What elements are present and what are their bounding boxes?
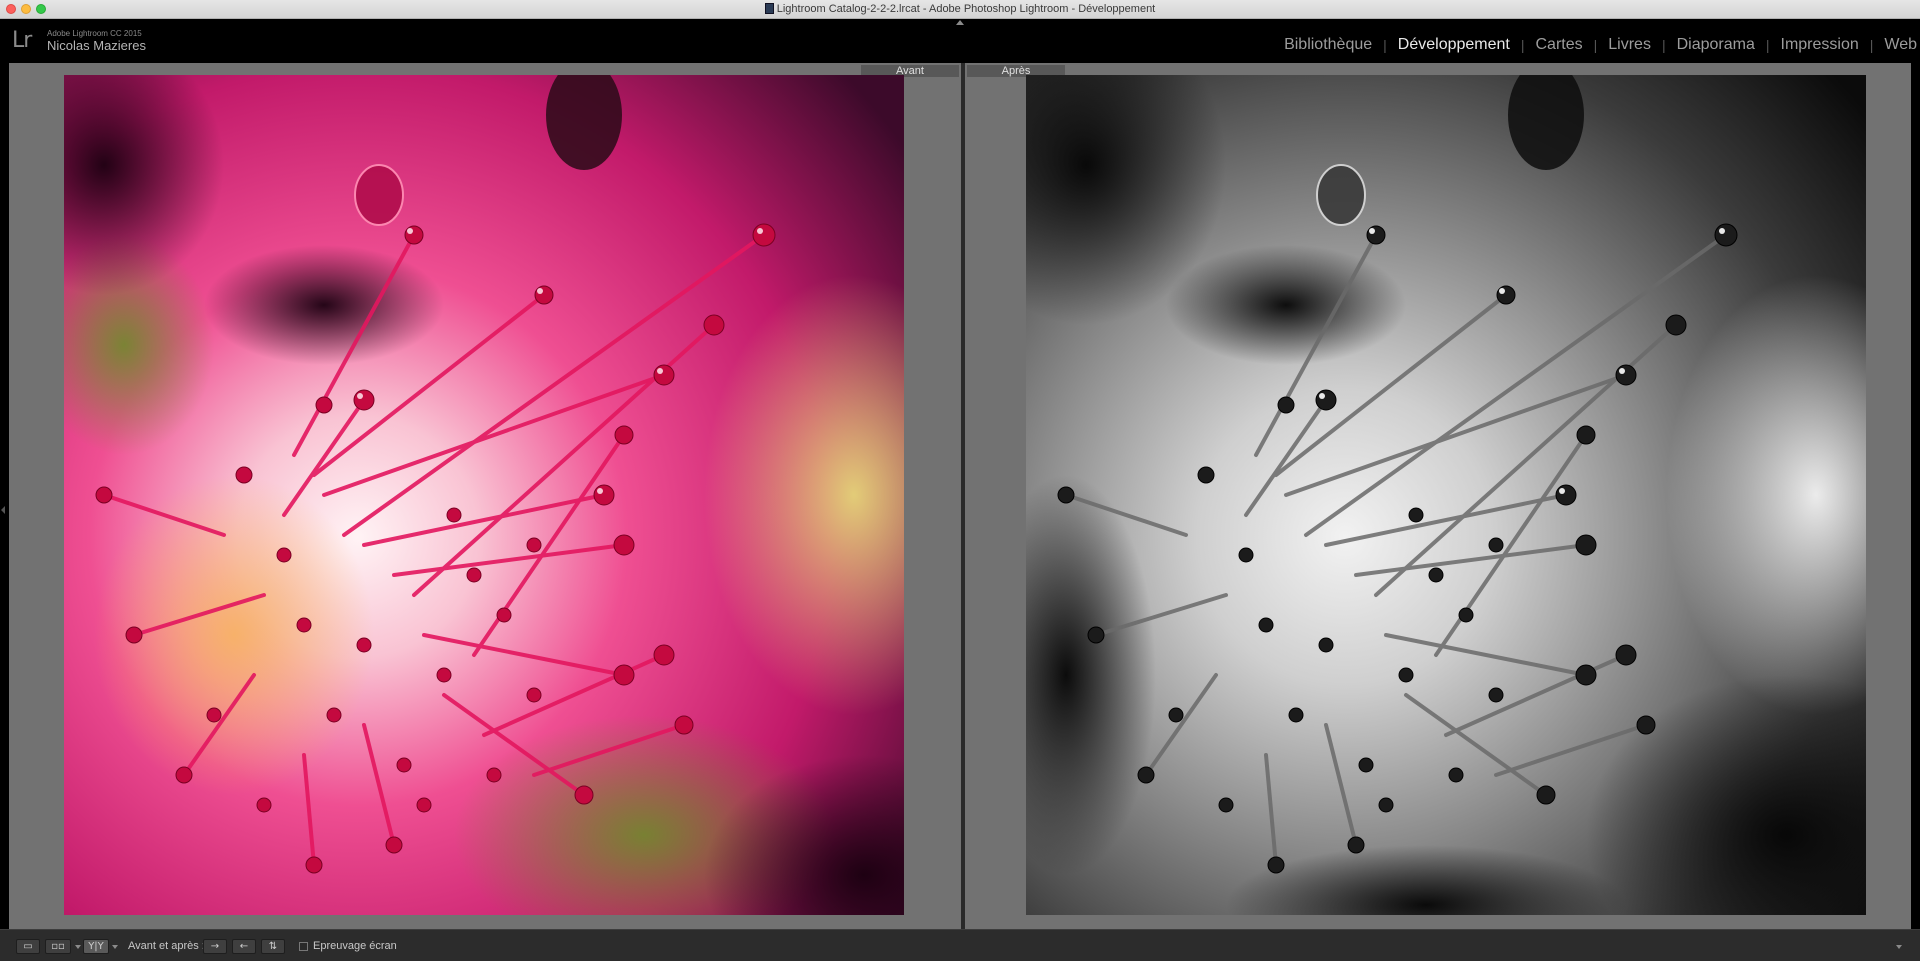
document-icon [764,3,774,14]
loupe-view-icon: ▭ [23,941,33,952]
compare-view-icon: ▫▫ [51,941,65,952]
swap-before-after-button[interactable]: ⇅ [261,939,285,954]
after-pane: Après [965,63,1911,929]
window-title-container: Lightroom Catalog-2-2-2.lrcat - Adobe Ph… [0,3,1920,15]
before-photo[interactable] [64,75,904,915]
toolbar-options-dropdown-icon[interactable] [1896,945,1902,949]
bottom-toolbar: ▭ ▫▫ Y|Y Avant et après : → ← ⇅ Epreuvag… [0,929,1920,961]
module-separator: | [1661,37,1666,53]
copy-right-arrow-icon: → [210,941,220,952]
module-separator: | [1520,37,1525,53]
identity-bar: Lr Adobe Lightroom CC 2015 Nicolas Mazie… [0,19,1920,63]
soft-proofing-checkbox[interactable] [299,942,308,951]
before-after-label: Avant et après : [128,940,205,952]
compare-dropdown-arrow-icon[interactable] [75,945,81,949]
soft-proofing-label: Epreuvage écran [313,940,397,952]
module-picker: Bibliothèque | Développement | Cartes | … [1281,36,1920,54]
copy-before-to-after-button[interactable]: → [203,939,227,954]
swap-icon: ⇅ [268,941,278,952]
app-version: Adobe Lightroom CC 2015 [47,29,142,38]
module-web[interactable]: Web [1881,36,1920,54]
before-pane: Avant [9,63,961,929]
module-separator: | [1593,37,1598,53]
module-bibliotheque[interactable]: Bibliothèque [1281,36,1375,54]
flower-macro-color-image [64,75,904,915]
lightroom-logo: Lr [12,28,32,53]
loupe-view-button[interactable]: ▭ [16,939,40,954]
compare-view-button[interactable]: ▫▫ [45,939,71,954]
window-titlebar: Lightroom Catalog-2-2-2.lrcat - Adobe Ph… [0,0,1920,19]
flower-macro-bw-image [1026,75,1866,915]
before-after-view: Avant Après [9,63,1911,929]
module-livres[interactable]: Livres [1605,36,1654,54]
copy-left-arrow-icon: ← [239,941,249,952]
collapse-top-panel-icon[interactable] [956,20,964,25]
expand-left-panel-icon[interactable] [1,506,5,514]
module-separator: | [1765,37,1770,53]
after-photo[interactable] [1026,75,1866,915]
before-after-yy-icon: Y|Y [88,941,104,952]
user-name: Nicolas Mazieres [47,38,146,53]
module-separator: | [1869,37,1874,53]
module-cartes[interactable]: Cartes [1533,36,1586,54]
module-developpement[interactable]: Développement [1395,36,1513,54]
before-after-dropdown-arrow-icon[interactable] [112,945,118,949]
copy-after-to-before-button[interactable]: ← [232,939,256,954]
module-impression[interactable]: Impression [1778,36,1862,54]
window-title: Lightroom Catalog-2-2-2.lrcat - Adobe Ph… [776,3,1156,15]
before-after-yy-button[interactable]: Y|Y [83,939,109,954]
module-diaporama[interactable]: Diaporama [1674,36,1758,54]
module-separator: | [1383,37,1387,53]
